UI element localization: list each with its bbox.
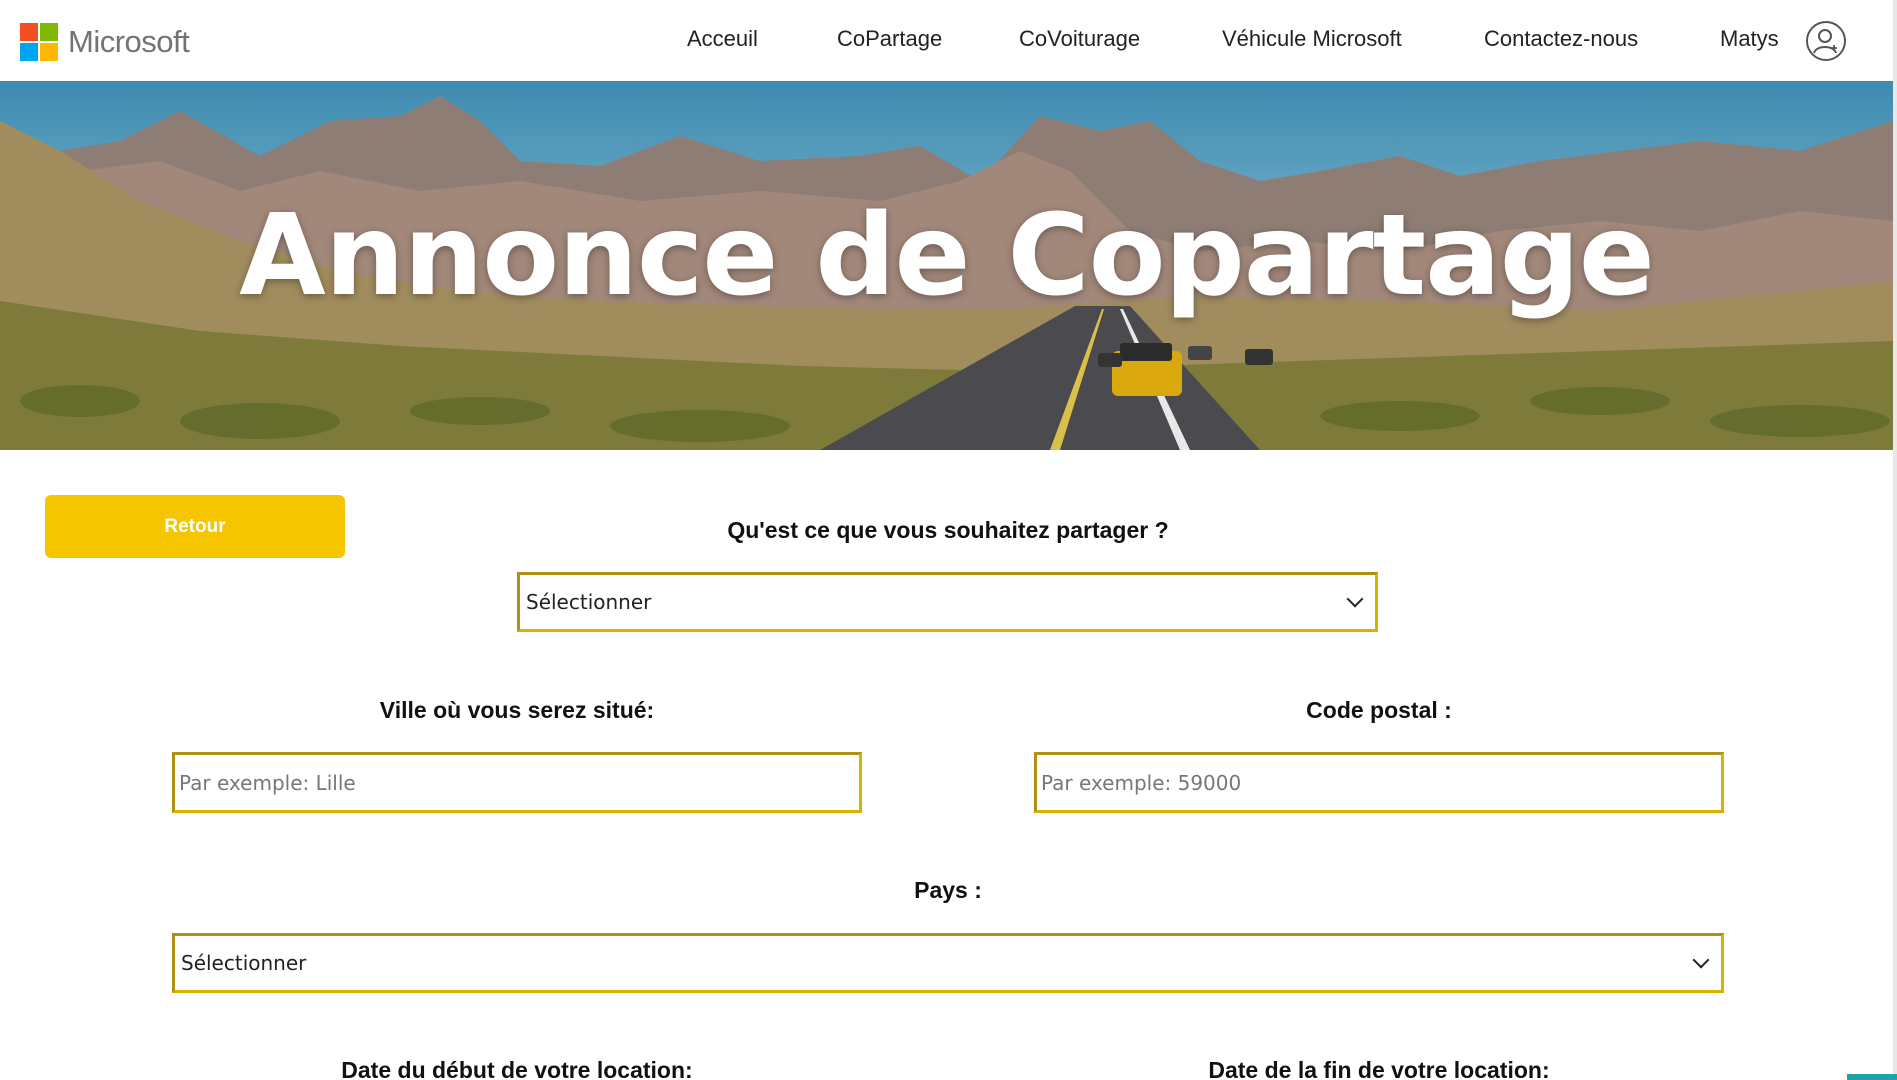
page-title: Annonce de Copartage bbox=[239, 191, 1655, 321]
chevron-down-icon bbox=[1346, 590, 1364, 608]
nav-item-vehicule-microsoft[interactable]: Véhicule Microsoft bbox=[1222, 26, 1402, 52]
postal-code-input[interactable] bbox=[1037, 755, 1721, 810]
microsoft-logo-icon bbox=[20, 23, 58, 61]
share-question-label: Qu'est ce que vous souhaitez partager ? bbox=[727, 517, 1169, 543]
nav-item-covoiturage[interactable]: CoVoiturage bbox=[1019, 26, 1140, 52]
city-field-wrapper bbox=[172, 752, 862, 813]
city-input[interactable] bbox=[175, 755, 859, 810]
share-type-select[interactable]: Sélectionner bbox=[517, 572, 1378, 632]
user-add-icon[interactable] bbox=[1806, 21, 1846, 61]
share-type-select-value: Sélectionner bbox=[526, 590, 652, 614]
microsoft-brand[interactable]: Microsoft bbox=[20, 22, 190, 62]
start-date-label: Date du début de votre location: bbox=[341, 1057, 693, 1080]
country-select[interactable]: Sélectionner bbox=[172, 933, 1724, 993]
postal-field-wrapper bbox=[1034, 752, 1724, 813]
country-label: Pays : bbox=[914, 877, 982, 903]
country-select-value: Sélectionner bbox=[181, 951, 307, 975]
scrollbar[interactable] bbox=[1893, 0, 1897, 1080]
brand-name: Microsoft bbox=[68, 24, 190, 59]
nav-item-user-name[interactable]: Matys bbox=[1720, 26, 1779, 52]
nav-item-contactez-nous[interactable]: Contactez-nous bbox=[1484, 26, 1638, 52]
nav-item-copartage[interactable]: CoPartage bbox=[837, 26, 942, 52]
end-date-label: Date de la fin de votre location: bbox=[1208, 1057, 1550, 1080]
chevron-down-icon bbox=[1692, 951, 1710, 969]
postal-code-label: Code postal : bbox=[1306, 697, 1452, 723]
nav-item-acceuil[interactable]: Acceuil bbox=[687, 26, 758, 52]
corner-accent bbox=[1847, 1074, 1897, 1080]
hero-banner: Annonce de Copartage bbox=[0, 81, 1893, 450]
retour-button[interactable]: Retour bbox=[45, 495, 345, 558]
city-label: Ville où vous serez situé: bbox=[379, 697, 655, 723]
top-navbar: Microsoft Acceuil CoPartage CoVoiturage … bbox=[0, 0, 1897, 81]
